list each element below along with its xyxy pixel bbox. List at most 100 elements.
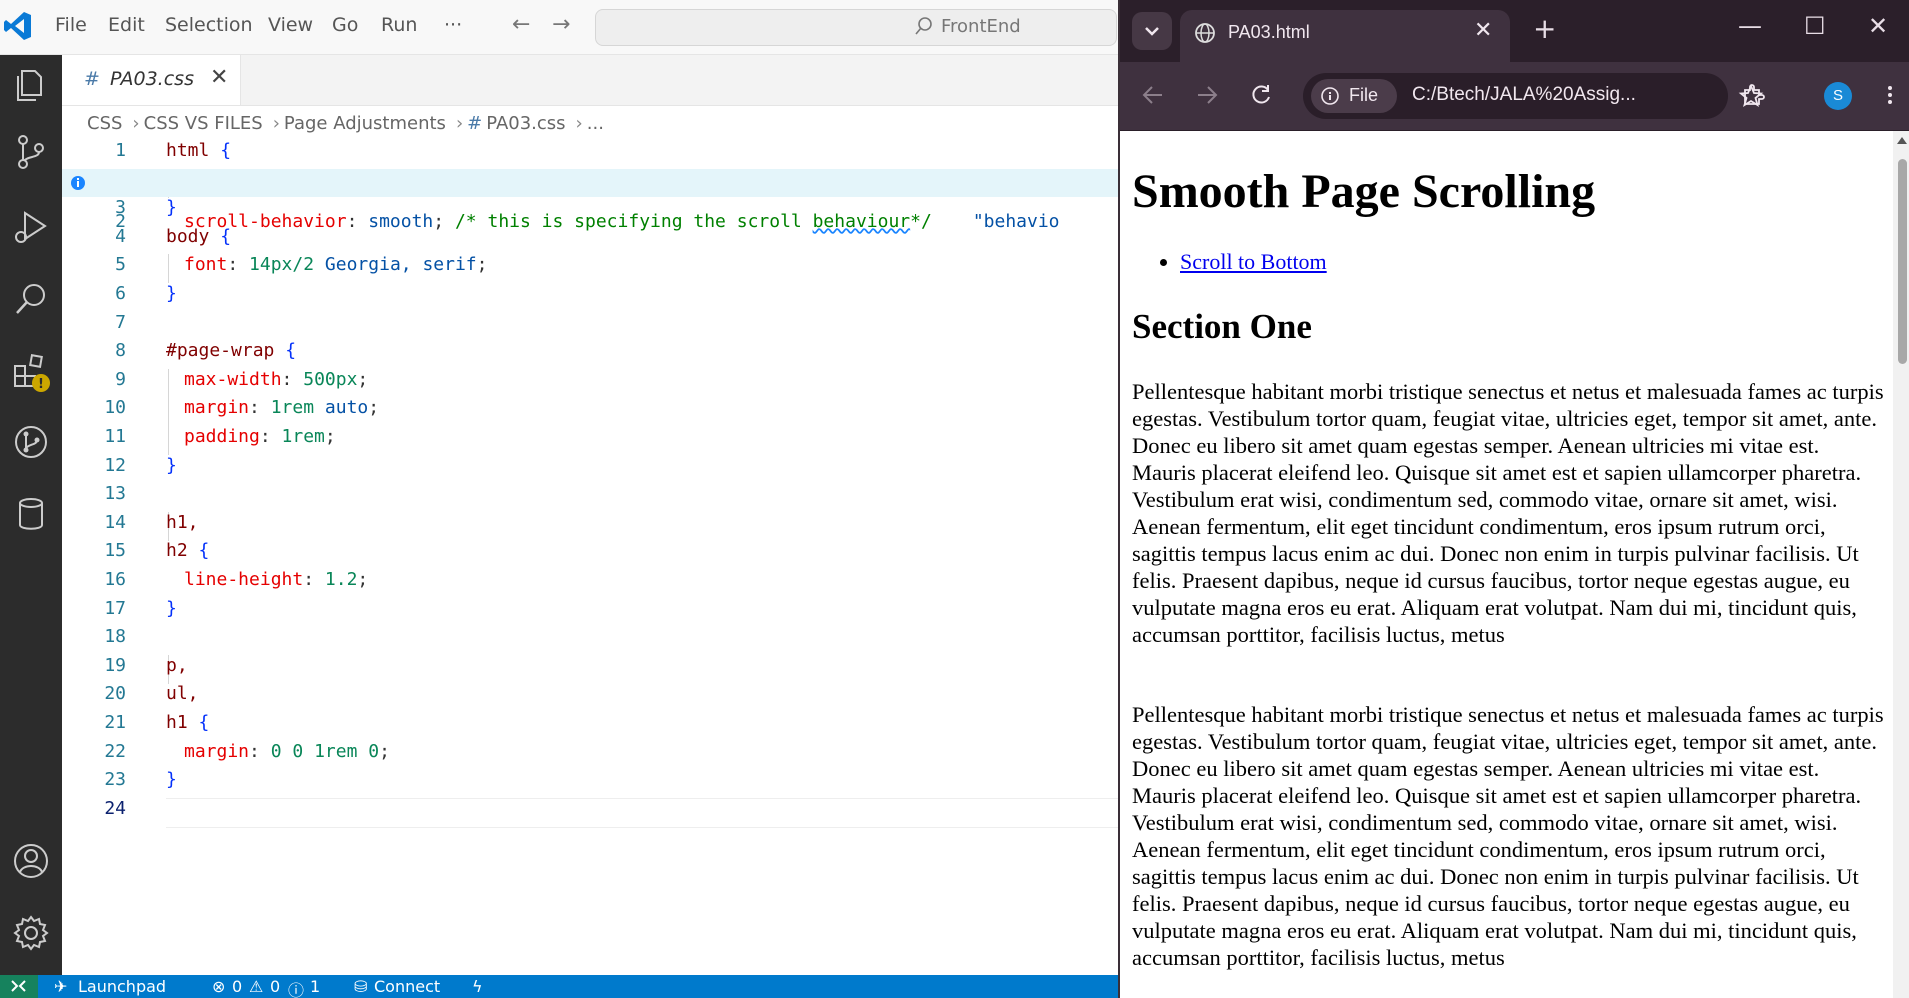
menu-more[interactable]: ··· [444, 14, 462, 36]
page-title: Smooth Page Scrolling [1132, 165, 1596, 218]
code-line: 10 margin: 1rem auto; [104, 397, 380, 419]
site-info-chip[interactable]: File [1311, 79, 1397, 113]
reload-icon[interactable] [1248, 82, 1274, 108]
code-line: 19 p, [104, 654, 188, 676]
search-icon[interactable] [9, 277, 53, 321]
breadcrumb-item[interactable]: ... [587, 113, 604, 134]
minimize-icon[interactable]: — [1738, 12, 1762, 40]
code-line: 17} [104, 597, 177, 619]
menu-selection[interactable]: Selection [165, 14, 253, 36]
scroll-to-bottom-link[interactable]: Scroll to Bottom [1180, 249, 1327, 274]
warning-icon: ⚠ [249, 977, 264, 996]
extensions-puzzle-icon[interactable] [1740, 82, 1766, 108]
breadcrumb-item[interactable]: CSS VS FILES [144, 113, 263, 134]
breadcrumb-item[interactable]: PA03.css [486, 113, 565, 134]
menu-run[interactable]: Run [381, 14, 417, 36]
breadcrumb: CSS › CSS VS FILES › Page Adjustments › # PA03.… [87, 113, 608, 141]
source-control-icon[interactable] [9, 130, 53, 174]
browser-tab-strip: PA03.html ✕ + — ☐ ✕ [1120, 0, 1909, 62]
menu-view[interactable]: View [268, 14, 313, 36]
profile-avatar[interactable]: S [1824, 82, 1852, 110]
status-bar: ✈ Launchpad ⊗ 0 ⚠ 0 ⓘ 1 ⛁ Connect ϟ [0, 975, 1118, 998]
scrollbar-thumb[interactable] [1898, 159, 1907, 364]
code-editor[interactable]: 1 html { 2 scroll-behavior: smooth; /* thi… [62, 140, 1118, 880]
close-icon[interactable]: ✕ [210, 65, 228, 90]
settings-gear-icon[interactable] [9, 911, 53, 955]
database-icon[interactable] [9, 492, 53, 536]
address-bar[interactable]: File C:/Btech/JALA%20Assig... [1303, 73, 1764, 119]
code-line: 6} [115, 283, 177, 304]
code-line: 3} [115, 197, 177, 219]
chevron-right-icon: › [132, 113, 140, 134]
code-line: 16 line-height: 1.2; [104, 569, 369, 590]
browser-tab-pa03-html[interactable]: PA03.html ✕ [1180, 10, 1510, 62]
info-count[interactable]: 1 [310, 977, 320, 996]
browser-window: PA03.html ✕ + — ☐ ✕ File C:/Btech/JALA%2… [1118, 0, 1909, 998]
extensions-icon[interactable]: ! [9, 350, 53, 394]
code-line: 11 padding: 1rem; [104, 426, 336, 447]
run-debug-icon[interactable] [9, 205, 53, 249]
code-line: 12} [104, 454, 177, 476]
menu-file[interactable]: File [55, 14, 87, 36]
chevron-right-icon: › [575, 113, 583, 134]
section-heading: Section One [1132, 307, 1312, 346]
vertical-scrollbar[interactable] [1893, 131, 1909, 998]
code-line: 15 h2 { [104, 540, 210, 562]
page-viewport: Smooth Page Scrolling Scroll to Bottom S… [1120, 131, 1893, 998]
code-line: 14 h1, [104, 511, 199, 533]
code-line: 5 font: 14px/2 Georgia, serif; [115, 254, 488, 276]
database-connect-icon: ⛁ [354, 977, 368, 996]
git-graph-icon[interactable] [9, 420, 53, 464]
connect-status[interactable]: Connect [374, 977, 440, 996]
code-line: 7 [115, 311, 126, 333]
code-line: 1 html { [115, 140, 232, 161]
remote-indicator-button[interactable] [0, 975, 38, 998]
browser-tab-title: PA03.html [1228, 22, 1310, 42]
back-arrow-icon[interactable] [1140, 82, 1166, 108]
maximize-icon[interactable]: ☐ [1804, 12, 1826, 40]
breadcrumb-item[interactable]: Page Adjustments [284, 113, 446, 134]
browser-toolbar: File C:/Btech/JALA%20Assig... S [1120, 62, 1909, 131]
forward-arrow-icon[interactable] [1194, 82, 1220, 108]
code-line-current: 2 scroll-behavior: smooth; /* this is spe… [62, 168, 1118, 232]
error-count[interactable]: 0 [232, 977, 242, 996]
code-line: 18 [104, 626, 126, 648]
lightning-icon[interactable]: ϟ [472, 977, 483, 996]
url-text[interactable]: C:/Btech/JALA%20Assig... [1412, 84, 1636, 106]
close-icon[interactable]: ✕ [1474, 18, 1492, 43]
code-line: 13 [104, 483, 126, 505]
css-file-icon: # [467, 113, 483, 134]
command-center-label: FrontEnd [941, 16, 1021, 37]
menu-go[interactable]: Go [332, 14, 358, 36]
breadcrumb-item[interactable]: CSS [87, 113, 122, 134]
menu-edit[interactable]: Edit [108, 14, 145, 36]
code-line: 9 max-width: 500px; [115, 368, 369, 390]
more-menu-icon[interactable] [1877, 82, 1903, 108]
tab-search-button[interactable] [1132, 12, 1172, 50]
info-marker-icon[interactable] [70, 175, 86, 191]
remote-icon [11, 980, 26, 992]
forward-arrow-icon[interactable]: → [552, 12, 570, 37]
scroll-up-arrow-icon[interactable] [1897, 137, 1907, 144]
window-close-icon[interactable]: ✕ [1868, 12, 1888, 40]
chevron-right-icon: › [455, 113, 464, 134]
chevron-down-icon [1145, 27, 1159, 36]
code-line: 4 body { [115, 225, 232, 247]
paragraph: Pellentesque habitant morbi tristique se… [1132, 379, 1884, 647]
site-info-label: File [1349, 85, 1379, 105]
launchpad-status[interactable]: Launchpad [78, 977, 166, 996]
code-line: 24 [104, 797, 126, 819]
title-bar: File Edit Selection View Go Run ··· ← → … [0, 0, 1118, 55]
code-line: 22 margin: 0 0 1rem 0; [104, 740, 390, 762]
explorer-icon[interactable] [9, 63, 53, 107]
chevron-right-icon: › [272, 113, 280, 134]
warning-count[interactable]: 0 [270, 977, 280, 996]
tab-pa03-css[interactable]: # PA03.css ✕ [62, 55, 241, 105]
account-icon[interactable] [9, 839, 53, 883]
command-center-search[interactable]: FrontEnd [595, 9, 1117, 46]
code-line: 23} [104, 769, 177, 791]
back-arrow-icon[interactable]: ← [512, 12, 530, 37]
vscode-window: File Edit Selection View Go Run ··· ← → … [0, 0, 1118, 998]
new-tab-icon[interactable]: + [1533, 12, 1556, 45]
editor-area: # PA03.css ✕ CSS › CSS VS FILES › Page Adjus… [62, 55, 1118, 975]
